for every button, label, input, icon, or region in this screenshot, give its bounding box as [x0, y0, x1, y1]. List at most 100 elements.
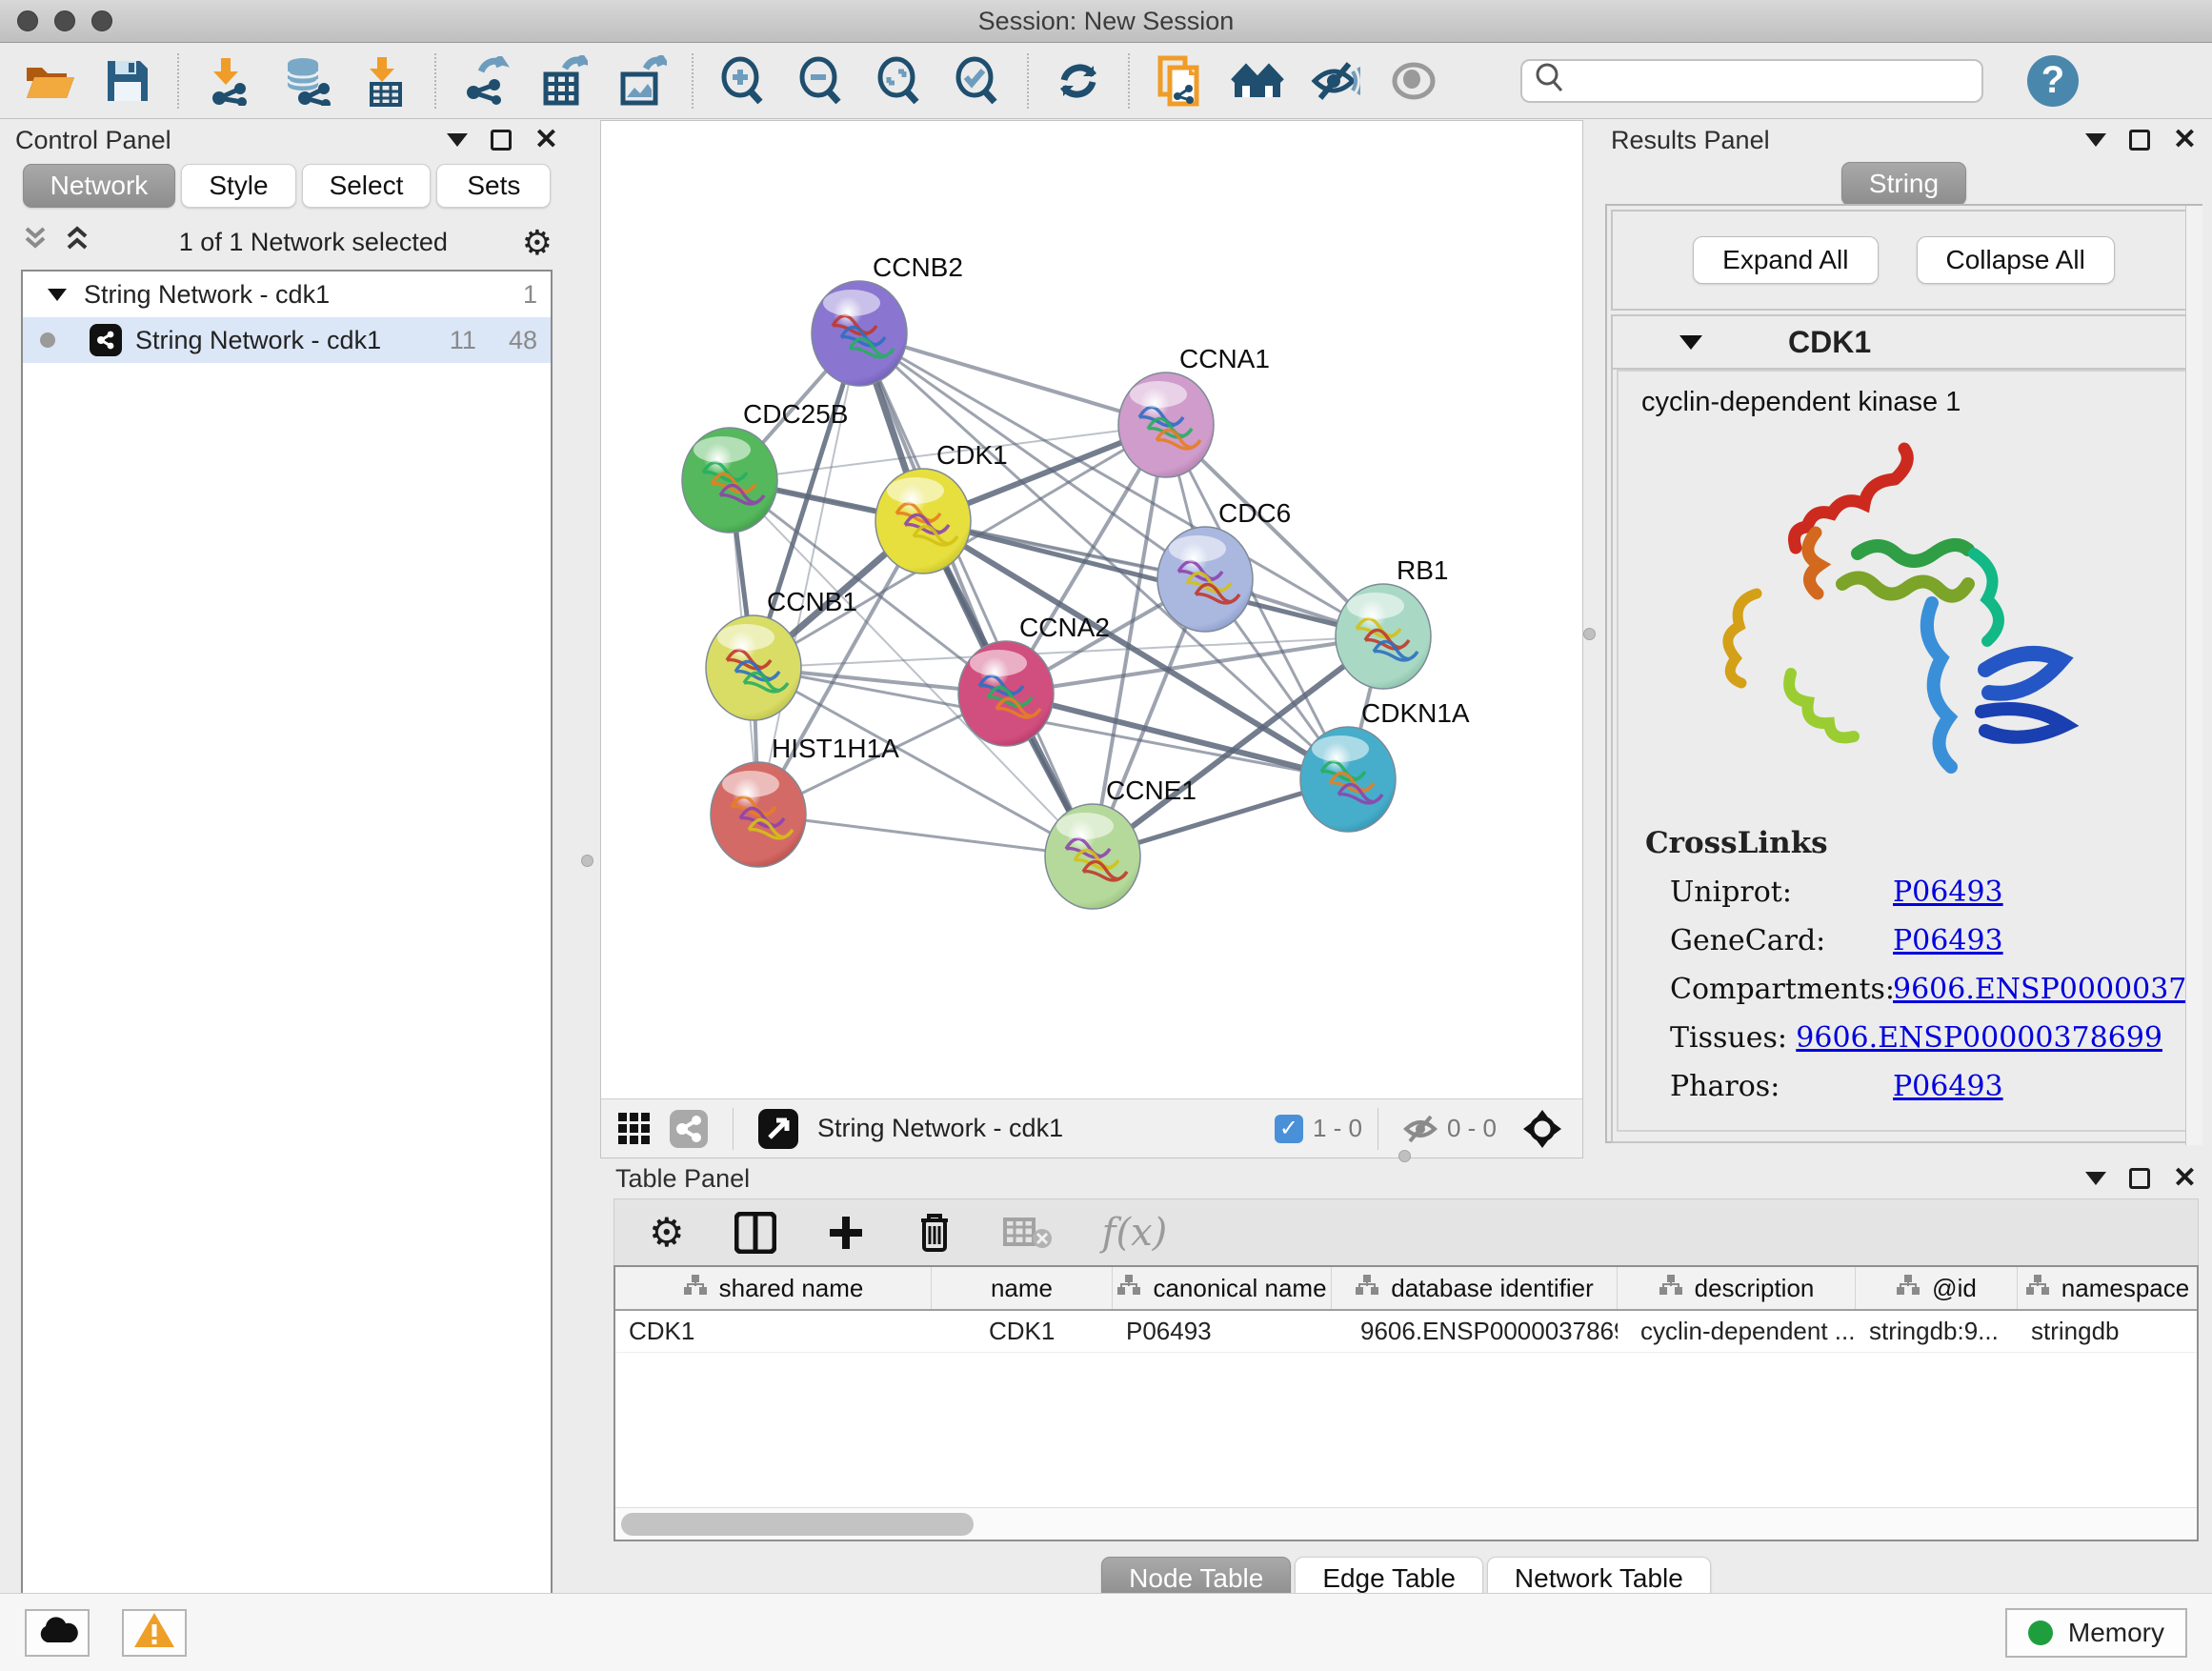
crosslink-compartments-link[interactable]: 9606.ENSP00000378699 — [1893, 973, 2197, 1006]
network-node-ccne1[interactable]: CCNE1 — [1045, 775, 1196, 909]
network-node-ccnb2[interactable]: CCNB2 — [812, 252, 963, 386]
left-divider-grip[interactable] — [581, 855, 593, 867]
clone-network-button[interactable] — [1155, 56, 1204, 106]
save-session-button[interactable] — [103, 56, 152, 106]
warnings-button[interactable] — [122, 1609, 187, 1657]
delete-column-icon[interactable] — [915, 1211, 954, 1255]
control-panel-collapse-icon[interactable] — [447, 133, 468, 147]
node-label: CDK1 — [936, 440, 1008, 470]
zoom-in-button[interactable] — [718, 56, 768, 106]
import-network-button[interactable] — [204, 56, 253, 106]
search-icon — [1534, 61, 1564, 100]
zoom-selected-button[interactable] — [953, 56, 1002, 106]
network-edge[interactable] — [859, 333, 1093, 856]
collapse-all-networks-icon[interactable] — [63, 225, 91, 260]
right-divider-grip[interactable] — [1583, 628, 1596, 640]
crosslink-pharos-link[interactable]: P06493 — [1893, 1070, 2003, 1103]
column-header-canonical-name[interactable]: canonical name — [1113, 1267, 1332, 1309]
network-node-hist1h1a[interactable]: HIST1H1A — [711, 734, 899, 867]
status-bar: Memory — [0, 1593, 2212, 1671]
apply-layout-button[interactable] — [1054, 56, 1103, 106]
tab-string[interactable]: String — [1841, 162, 1966, 206]
function-builder-icon[interactable]: f(x) — [1102, 1211, 1168, 1255]
database-network-icon — [282, 56, 332, 106]
show-all-button[interactable] — [1389, 56, 1438, 106]
cloud-button[interactable] — [25, 1609, 90, 1657]
results-panel-float-icon[interactable] — [2129, 130, 2150, 151]
hide-selected-button[interactable] — [1311, 56, 1360, 106]
search-input[interactable] — [1564, 65, 1964, 96]
bottom-divider-grip[interactable] — [1398, 1150, 1411, 1162]
table-horizontal-scrollbar[interactable] — [615, 1507, 2197, 1540]
zoom-fit-button[interactable] — [875, 56, 924, 106]
network-canvas[interactable]: CCNB2CCNA1CDC25BCDK1CDC6RB1CCNB1CCNA2CDK… — [601, 121, 1582, 1098]
column-header-name[interactable]: name — [932, 1267, 1113, 1309]
column-header-id[interactable]: @id — [1856, 1267, 2018, 1309]
birdseye-button[interactable] — [1233, 56, 1282, 106]
add-column-icon[interactable] — [826, 1213, 866, 1253]
expand-all-button[interactable]: Expand All — [1693, 236, 1878, 284]
network-node-cdk1[interactable]: CDK1 — [875, 440, 1008, 574]
open-session-button[interactable] — [25, 56, 74, 106]
table-options-gear-icon[interactable]: ⚙ — [649, 1216, 685, 1250]
column-header-description[interactable]: description — [1618, 1267, 1856, 1309]
table-panel-float-icon[interactable] — [2129, 1168, 2150, 1189]
network-edge[interactable] — [758, 815, 1093, 856]
network-row-selected[interactable]: String Network - cdk1 11 48 — [23, 317, 551, 363]
memory-button[interactable]: Memory — [2005, 1608, 2187, 1658]
column-header-database-identifier[interactable]: database identifier — [1332, 1267, 1618, 1309]
collapse-all-button[interactable]: Collapse All — [1917, 236, 2115, 284]
network-node-ccna1[interactable]: CCNA1 — [1118, 344, 1270, 477]
import-table-button[interactable] — [360, 56, 410, 106]
table-row[interactable]: CDK1 CDK1 P06493 9606.ENSP00000378699 cy… — [615, 1311, 2197, 1353]
collection-caret-icon[interactable] — [48, 289, 67, 301]
scrollbar-thumb[interactable] — [621, 1513, 974, 1536]
string-results-body: Expand All Collapse All CDK1 cyclin-depe… — [1605, 204, 2202, 1143]
gene-section-header[interactable]: CDK1 — [1613, 316, 2195, 370]
gene-caret-icon[interactable] — [1679, 335, 1702, 350]
search-bar[interactable] — [1520, 59, 1983, 103]
share-view-icon[interactable] — [670, 1110, 708, 1148]
control-panel-close-icon[interactable]: ✕ — [534, 130, 558, 151]
expand-all-networks-icon[interactable] — [21, 225, 50, 260]
network-node-cdc25b[interactable]: CDC25B — [682, 399, 848, 533]
tab-network[interactable]: Network — [23, 164, 176, 208]
export-table-button[interactable] — [539, 56, 589, 106]
crosslink-uniprot-link[interactable]: P06493 — [1893, 876, 2003, 909]
column-header-shared-name[interactable]: shared name — [615, 1267, 932, 1309]
tab-select[interactable]: Select — [302, 164, 432, 208]
network-label: String Network - cdk1 — [135, 326, 381, 355]
tab-style[interactable]: Style — [181, 164, 295, 208]
network-node-cdkn1a[interactable]: CDKN1A — [1300, 698, 1470, 832]
crosshair-icon[interactable] — [1521, 1108, 1563, 1150]
export-network-button[interactable] — [461, 56, 511, 106]
import-network-database-button[interactable] — [282, 56, 332, 106]
network-collection-row[interactable]: String Network - cdk1 1 — [23, 272, 551, 317]
tab-sets[interactable]: Sets — [436, 164, 551, 208]
selected-checkbox-icon[interactable]: ✓ — [1275, 1115, 1303, 1143]
network-current-bullet — [40, 332, 55, 348]
delete-table-icon[interactable] — [1003, 1216, 1053, 1250]
help-button[interactable]: ? — [2027, 55, 2079, 107]
network-options-gear-icon[interactable]: ⚙ — [522, 226, 553, 260]
network-node-ccnb1[interactable]: CCNB1 — [706, 587, 857, 720]
column-header-namespace[interactable]: namespace — [2018, 1267, 2197, 1309]
network-edge[interactable] — [923, 521, 1383, 636]
grid-view-icon[interactable] — [618, 1113, 651, 1145]
results-panel-collapse-icon[interactable] — [2085, 133, 2106, 147]
network-node-rb1[interactable]: RB1 — [1336, 555, 1448, 689]
export-image-button[interactable] — [617, 56, 667, 106]
crosslink-tissues-link[interactable]: 9606.ENSP00000378699 — [1796, 1021, 2162, 1055]
results-panel-close-icon[interactable]: ✕ — [2173, 130, 2197, 151]
open-folder-icon — [25, 60, 74, 102]
table-panel-close-icon[interactable]: ✕ — [2173, 1168, 2197, 1189]
birdseye-toggle-icon[interactable] — [758, 1109, 798, 1149]
table-panel-collapse-icon[interactable] — [2085, 1172, 2106, 1185]
crosslink-genecard-link[interactable]: P06493 — [1893, 924, 2003, 957]
zoom-out-button[interactable] — [796, 56, 846, 106]
node-label: CCNB2 — [873, 252, 963, 282]
show-columns-icon[interactable] — [734, 1212, 776, 1254]
control-panel-float-icon[interactable] — [491, 130, 512, 151]
control-panel-tabs: Network Style Select Sets — [0, 164, 573, 208]
results-vertical-scrollbar[interactable] — [2185, 206, 2202, 1145]
